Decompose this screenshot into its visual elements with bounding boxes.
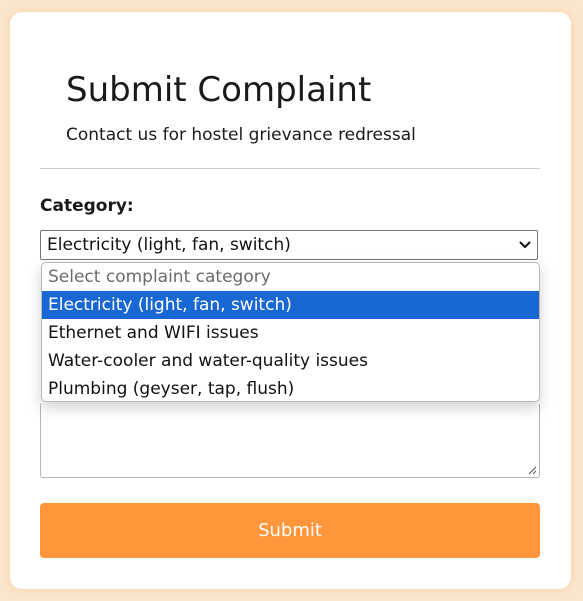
category-option-electricity[interactable]: Electricity (light, fan, switch) bbox=[42, 291, 539, 319]
header-divider bbox=[40, 168, 540, 169]
category-label: Category: bbox=[40, 196, 134, 216]
category-select[interactable]: Electricity (light, fan, switch) bbox=[40, 230, 538, 260]
resize-grip-icon[interactable] bbox=[528, 466, 537, 475]
category-option-plumbing[interactable]: Plumbing (geyser, tap, flush) bbox=[42, 375, 539, 401]
category-dropdown-list: Select complaint category Electricity (l… bbox=[41, 262, 540, 402]
category-option-placeholder[interactable]: Select complaint category bbox=[42, 263, 539, 291]
category-select-value: Electricity (light, fan, switch) bbox=[47, 235, 291, 255]
page-title: Submit Complaint bbox=[66, 70, 372, 110]
submit-button[interactable]: Submit bbox=[40, 503, 540, 558]
complaint-card: Submit Complaint Contact us for hostel g… bbox=[10, 12, 571, 589]
category-option-ethernet-wifi[interactable]: Ethernet and WIFI issues bbox=[42, 319, 539, 347]
page-subtitle: Contact us for hostel grievance redressa… bbox=[66, 125, 416, 145]
chevron-down-icon bbox=[519, 241, 531, 248]
complaint-description-textarea[interactable] bbox=[40, 404, 540, 478]
category-option-water-cooler[interactable]: Water-cooler and water-quality issues bbox=[42, 347, 539, 375]
